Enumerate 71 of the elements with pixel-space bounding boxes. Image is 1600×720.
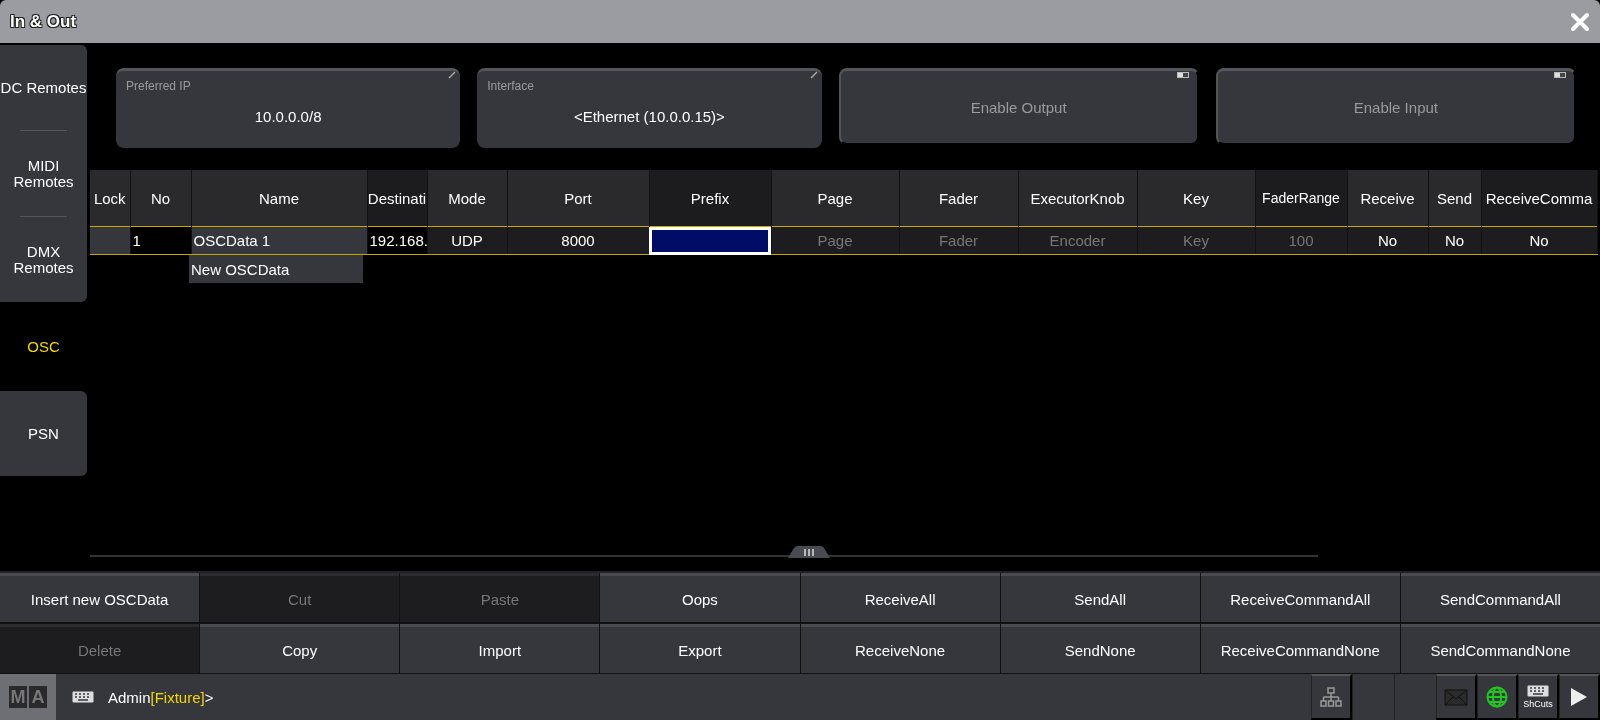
column-header[interactable]: Lock (90, 170, 130, 227)
column-header[interactable]: Page (771, 170, 899, 227)
edit-corner-icon (809, 71, 818, 79)
action-button[interactable]: SendNone (1000, 624, 1200, 673)
action-button[interactable]: SendAll (1000, 573, 1200, 622)
table-cell: 100 (1255, 226, 1347, 255)
new-row-button[interactable]: New OSCData (189, 255, 363, 283)
table-cell: 192.168. (367, 226, 427, 255)
network-button[interactable] (1311, 674, 1352, 720)
table-cell: 1 (130, 226, 191, 255)
action-button[interactable]: Oops (600, 573, 800, 622)
close-icon[interactable] (1570, 11, 1590, 32)
column-header[interactable]: Mode (427, 170, 507, 227)
table-cell: Key (1137, 226, 1255, 255)
toggle-button[interactable]: Enable Input (1215, 68, 1576, 145)
column-header[interactable]: Receive (1347, 170, 1428, 227)
field-value: 10.0.0.0/8 (254, 108, 322, 125)
edit-cell[interactable] (649, 226, 771, 255)
sidebar-tab[interactable]: DC Remotes (0, 45, 87, 130)
command-prompt[interactable]: Admin[Fixture]> (108, 688, 214, 706)
sidebar-tab[interactable]: DMX Remotes (0, 217, 87, 302)
resize-grip-icon[interactable] (788, 546, 830, 558)
table-cell: Page (771, 226, 899, 255)
sidebar-tab[interactable]: MIDI Remotes (0, 131, 87, 216)
action-button[interactable]: Insert new OSCData (0, 573, 200, 622)
table-cell: UDP (427, 226, 507, 255)
column-header[interactable]: Destinati (367, 170, 427, 227)
mail-icon (1444, 688, 1468, 706)
field-value: <Ethernet (10.0.0.15)> (573, 108, 725, 125)
column-header[interactable]: FaderRange (1255, 170, 1347, 227)
network-icon (1320, 687, 1342, 707)
table-cell: OSCData 1 (191, 226, 367, 255)
action-button[interactable]: Import (400, 624, 600, 673)
column-header[interactable]: Fader (899, 170, 1018, 227)
column-header[interactable]: Name (191, 170, 367, 227)
edit-corner-icon (448, 71, 457, 79)
window-title: In & Out (10, 11, 77, 32)
logo: M A (0, 674, 56, 720)
table-cell: Encoder (1018, 226, 1137, 255)
action-button[interactable]: Export (600, 624, 800, 673)
globe-icon (1486, 686, 1508, 708)
play-icon (1570, 687, 1588, 707)
play-button[interactable] (1559, 674, 1600, 720)
table-cell: No (1347, 226, 1428, 255)
column-header[interactable]: ExecutorKnob (1018, 170, 1137, 227)
globe-button[interactable] (1477, 674, 1518, 720)
field-label: Preferred IP (126, 79, 191, 93)
input-field[interactable]: Preferred IP 10.0.0.0/8 (116, 68, 461, 148)
sidebar-tab[interactable]: PSN (0, 391, 87, 476)
table-cell: Fader (899, 226, 1018, 255)
keyboard-icon[interactable] (72, 691, 94, 703)
action-button[interactable]: SendCommandNone (1400, 624, 1600, 673)
action-button[interactable]: ReceiveAll (800, 573, 1000, 622)
column-header[interactable]: Key (1137, 170, 1255, 227)
column-header[interactable]: Prefix (649, 170, 771, 227)
shortcuts-button[interactable]: ShCuts (1518, 674, 1559, 720)
table-cell: No (1481, 226, 1597, 255)
toggle-button[interactable]: Enable Output (838, 68, 1199, 145)
column-header[interactable]: Send (1428, 170, 1481, 227)
column-header[interactable]: No (130, 170, 191, 227)
input-field[interactable]: Interface <Ethernet (10.0.0.15)> (477, 68, 822, 148)
keyboard-icon (1527, 685, 1549, 697)
action-button[interactable]: ReceiveCommandNone (1200, 624, 1400, 673)
column-header[interactable]: ReceiveComma (1481, 170, 1597, 227)
table-cell: 8000 (507, 226, 649, 255)
action-button[interactable]: ReceiveCommandAll (1200, 573, 1400, 622)
action-button[interactable]: Copy (200, 624, 400, 673)
action-button[interactable]: ReceiveNone (800, 624, 1000, 673)
field-label: Interface (487, 79, 534, 93)
action-button[interactable]: SendCommandAll (1400, 573, 1600, 622)
column-header[interactable]: Port (507, 170, 649, 227)
